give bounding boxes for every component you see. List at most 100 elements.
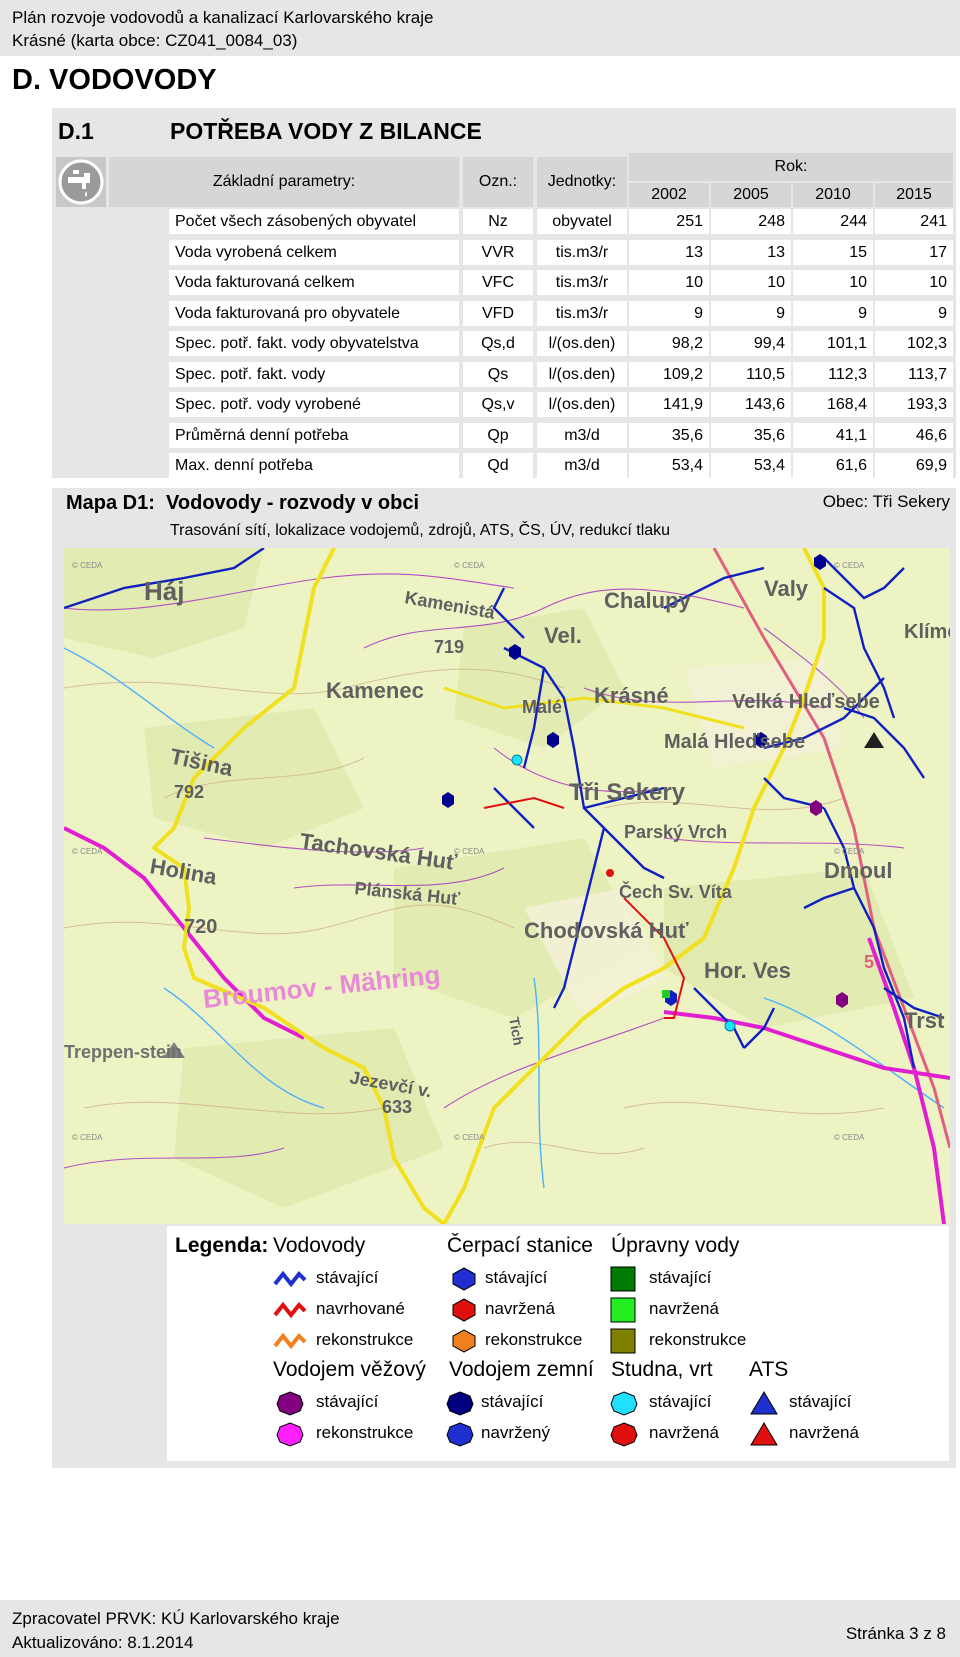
legend-vz-stav: stávající	[481, 1392, 544, 1411]
ats-existing-icon	[750, 1391, 778, 1415]
table-cell-value: 109,2	[629, 361, 709, 387]
water-network-map: Háj Kamenec Tišina 792 Holina 720 Tachov…	[64, 548, 950, 1224]
table-cell-value: 102,3	[875, 331, 953, 356]
map-label-vel: Vel.	[544, 623, 582, 648]
map-label-hor-ves: Hor. Ves	[704, 958, 791, 983]
ground-tank-existing-icon	[446, 1391, 474, 1416]
legend-vod-stav: stávající	[316, 1268, 379, 1287]
legend-uv-rek: rekonstrukce	[649, 1330, 747, 1349]
table-cell-value: 99,4	[711, 331, 791, 356]
well-existing-icon	[610, 1391, 638, 1416]
table-cell-name: Spec. potř. fakt. vody	[169, 361, 459, 387]
map-watermark-5: © CEDA	[454, 847, 485, 856]
well-proposed-icon	[610, 1422, 638, 1447]
water-tap-icon	[56, 157, 106, 207]
legend-group-studna: Studna, vrt	[611, 1358, 713, 1381]
map-label-mala-hledsebe: Malá Hleďsebe	[664, 731, 805, 753]
legend-vod-navrh: navrhované	[316, 1299, 405, 1318]
tower-tank-existing-icon	[276, 1391, 304, 1416]
table-cell-value: 53,4	[629, 453, 709, 478]
legend-vod-rek: rekonstrukce	[316, 1330, 414, 1349]
header-title: Plán rozvoje vodovodů a kanalizací Karlo…	[12, 8, 434, 27]
table-cell-ozn: VFC	[463, 270, 533, 295]
pipe-proposed-icon	[273, 1301, 307, 1319]
map-label-broumov: Broumov - Mähring	[201, 959, 441, 1014]
pipe-existing-icon	[273, 1270, 307, 1288]
table-cell-name: Max. denní potřeba	[169, 453, 459, 478]
table-cell-ozn: Qd	[463, 453, 533, 478]
section-title: D. VODOVODY	[12, 64, 217, 96]
map-label-tich: Tich	[506, 1016, 527, 1047]
map-label-klime: Klíme	[904, 621, 950, 643]
table-cell-value: 193,3	[875, 392, 953, 417]
legend-title: Legenda:	[175, 1234, 269, 1257]
ats-proposed-icon	[750, 1422, 778, 1446]
legend-group-cerpaci: Čerpací stanice	[447, 1234, 593, 1257]
map-title-prefix: Mapa D1:	[66, 492, 155, 514]
col-header-ozn: Ozn.:	[463, 157, 533, 207]
pump-station-reconstruction-icon	[452, 1329, 476, 1353]
table-title: POTŘEBA VODY Z BILANCE	[170, 118, 482, 144]
map-label-dmoul: Dmoul	[824, 858, 892, 883]
legend-group-vezovy: Vodojem věžový	[273, 1358, 426, 1381]
map-watermark-6: © CEDA	[834, 847, 865, 856]
table-cell-unit: l/(os.den)	[537, 361, 627, 387]
table-cell-value: 13	[629, 239, 709, 265]
page-number: Stránka 3 z 8	[845, 1624, 946, 1643]
table-number: D.1	[58, 118, 94, 144]
table-cell-value: 69,9	[875, 453, 953, 478]
map-watermark-8: © CEDA	[454, 1133, 485, 1142]
table-cell-unit: tis.m3/r	[537, 300, 627, 326]
table-cell-value: 46,6	[875, 422, 953, 448]
table-cell-unit: obyvatel	[537, 209, 627, 234]
table-cell-ozn: Qs,d	[463, 331, 533, 356]
legend-ats-navrz: navržená	[789, 1423, 859, 1442]
table-cell-value: 10	[711, 270, 791, 295]
table-cell-name: Spec. potř. fakt. vody obyvatelstva	[169, 331, 459, 356]
table-cell-value: 98,2	[629, 331, 709, 356]
table-cell-value: 35,6	[711, 422, 791, 448]
table-cell-name: Počet všech zásobených obyvatel	[169, 209, 459, 234]
col-header-unit: Jednotky:	[537, 157, 627, 207]
table-cell-value: 10	[629, 270, 709, 295]
page-header: Plán rozvoje vodovodů a kanalizací Karlo…	[0, 0, 960, 56]
municipality-label: Obec: Tři Sekery	[822, 492, 950, 511]
pump-station-proposed-icon	[452, 1298, 476, 1322]
year-header: 2005	[711, 183, 791, 207]
legend-cs-navrz: navržená	[485, 1299, 555, 1318]
table-cell-value: 17	[875, 239, 953, 265]
table-cell-value: 143,6	[711, 392, 791, 417]
col-header-year: Rok:	[629, 153, 953, 181]
table-cell-name: Průměrná denní potřeba	[169, 422, 459, 448]
table-cell-value: 251	[629, 209, 709, 234]
table-cell-value: 9	[711, 300, 791, 326]
map-label-719: 719	[434, 637, 464, 657]
legend-vz-navrz: navržený	[481, 1423, 550, 1442]
table-cell-value: 15	[793, 239, 873, 265]
table-cell-value: 53,4	[711, 453, 791, 478]
table-cell-name: Spec. potř. vody vyrobené	[169, 392, 459, 417]
map-subtitle: Trasování sítí, lokalizace vodojemů, zdr…	[170, 522, 671, 539]
legend-st-navrz: navržená	[649, 1423, 719, 1442]
map-watermark-1: © CEDA	[72, 561, 103, 570]
map-label-cech-sv-vita: Čech Sv. Víta	[619, 881, 733, 902]
table-cell-value: 101,1	[793, 331, 873, 356]
tower-tank-reconstruction-icon	[276, 1422, 304, 1447]
map-label-treppenstein: Treppen-stein	[64, 1042, 182, 1062]
map-label-velka-hledsebe: Velká Hleďsebe	[732, 691, 880, 713]
table-cell-name: Voda vyrobená celkem	[169, 239, 459, 265]
map-watermark-7: © CEDA	[72, 1133, 103, 1142]
table-cell-value: 10	[875, 270, 953, 295]
legend-group-zemni: Vodojem zemní	[449, 1358, 594, 1381]
map-label-tachovska-hut: Tachovská Huť	[298, 828, 458, 875]
map-watermark-9: © CEDA	[834, 1133, 865, 1142]
map-watermark-2: © CEDA	[454, 561, 485, 570]
footer-author: Zpracovatel PRVK: KÚ Karlovarského kraje	[12, 1609, 340, 1628]
map-label-tri-sekery: Tři Sekery	[569, 779, 686, 806]
map-label-chalupy: Chalupy	[604, 588, 692, 613]
table-cell-ozn: Qs,v	[463, 392, 533, 417]
map-label-valy: Valy	[764, 576, 809, 601]
pump-station-existing-icon	[452, 1267, 476, 1291]
table-cell-value: 112,3	[793, 361, 873, 387]
table-cell-value: 110,5	[711, 361, 791, 387]
